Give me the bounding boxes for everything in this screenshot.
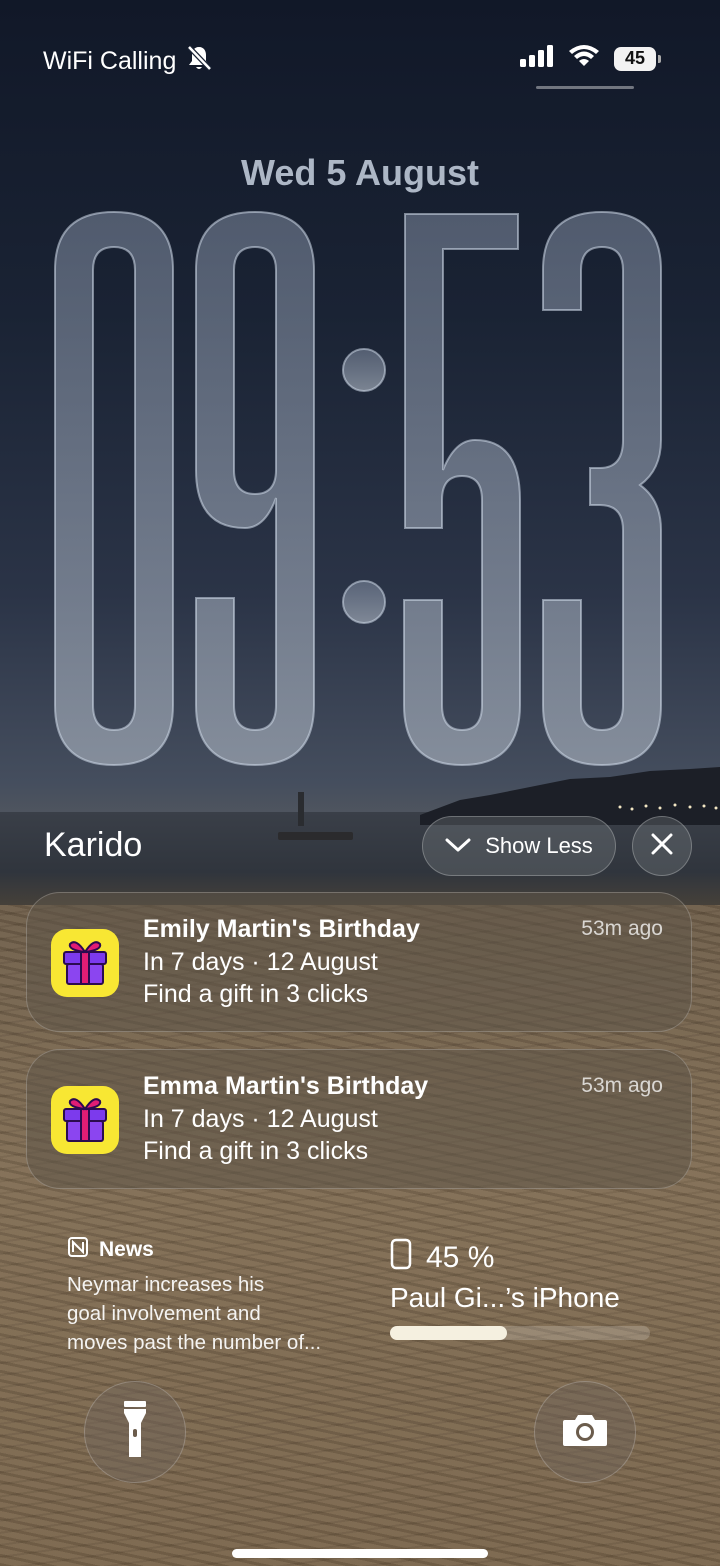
device-name: Paul Gi...’s iPhone (390, 1282, 620, 1313)
notification-body-line: Find a gift in 3 clicks (143, 1137, 369, 1165)
notification-time: 53m ago (581, 1074, 663, 1097)
home-indicator[interactable] (232, 1549, 488, 1558)
notification-body-line: Find a gift in 3 clicks (143, 980, 369, 1008)
jetty (278, 832, 353, 840)
news-icon (67, 1236, 89, 1264)
battery-level-track (390, 1326, 650, 1340)
gift-icon (58, 1091, 112, 1150)
app-icon (51, 1086, 119, 1154)
app-icon (51, 929, 119, 997)
notification-title: Emma Martin's Birthday (143, 1072, 429, 1100)
lock-clock (54, 210, 662, 767)
show-less-button[interactable]: Show Less (422, 816, 616, 876)
gift-icon (58, 934, 112, 993)
clear-group-button[interactable] (632, 816, 692, 876)
battery-widget-header: 45 % (390, 1238, 660, 1278)
battery-percent: 45 % (426, 1241, 495, 1274)
flashlight-icon (121, 1399, 149, 1466)
notification-card[interactable]: Emily Martin's Birthday 53m ago In 7 day… (26, 892, 692, 1032)
notification-body-line: In 7 days · 12 August (143, 948, 378, 976)
news-widget-header: News (67, 1236, 367, 1264)
news-headline-line: moves past the number of... (67, 1331, 322, 1354)
lock-screen: WiFi Calling 45 Wed 5 August Karido Show… (0, 0, 720, 1566)
battery-level-fill (390, 1326, 507, 1340)
notification-card[interactable]: Emma Martin's Birthday 53m ago In 7 days… (26, 1049, 692, 1189)
news-widget[interactable]: News Neymar increases his goal involveme… (67, 1236, 367, 1357)
news-headline-line: Neymar increases his (67, 1273, 265, 1296)
news-headline-line: goal involvement and (67, 1302, 261, 1325)
close-icon (651, 833, 673, 860)
battery-widget[interactable]: 45 % Paul Gi...’s iPhone (390, 1238, 660, 1340)
notification-time: 53m ago (581, 917, 663, 940)
news-label: News (99, 1238, 154, 1261)
chevron-down-icon (445, 833, 471, 859)
news-headline: Neymar increases his goal involvement an… (67, 1270, 367, 1357)
flashlight-button[interactable] (84, 1381, 186, 1483)
phone-icon (390, 1238, 412, 1278)
notification-body-line: In 7 days · 12 August (143, 1105, 378, 1133)
notification-group-title: Karido (44, 826, 143, 864)
camera-icon (561, 1412, 609, 1453)
notification-title: Emily Martin's Birthday (143, 915, 420, 943)
camera-button[interactable] (534, 1381, 636, 1483)
show-less-label: Show Less (485, 833, 593, 858)
